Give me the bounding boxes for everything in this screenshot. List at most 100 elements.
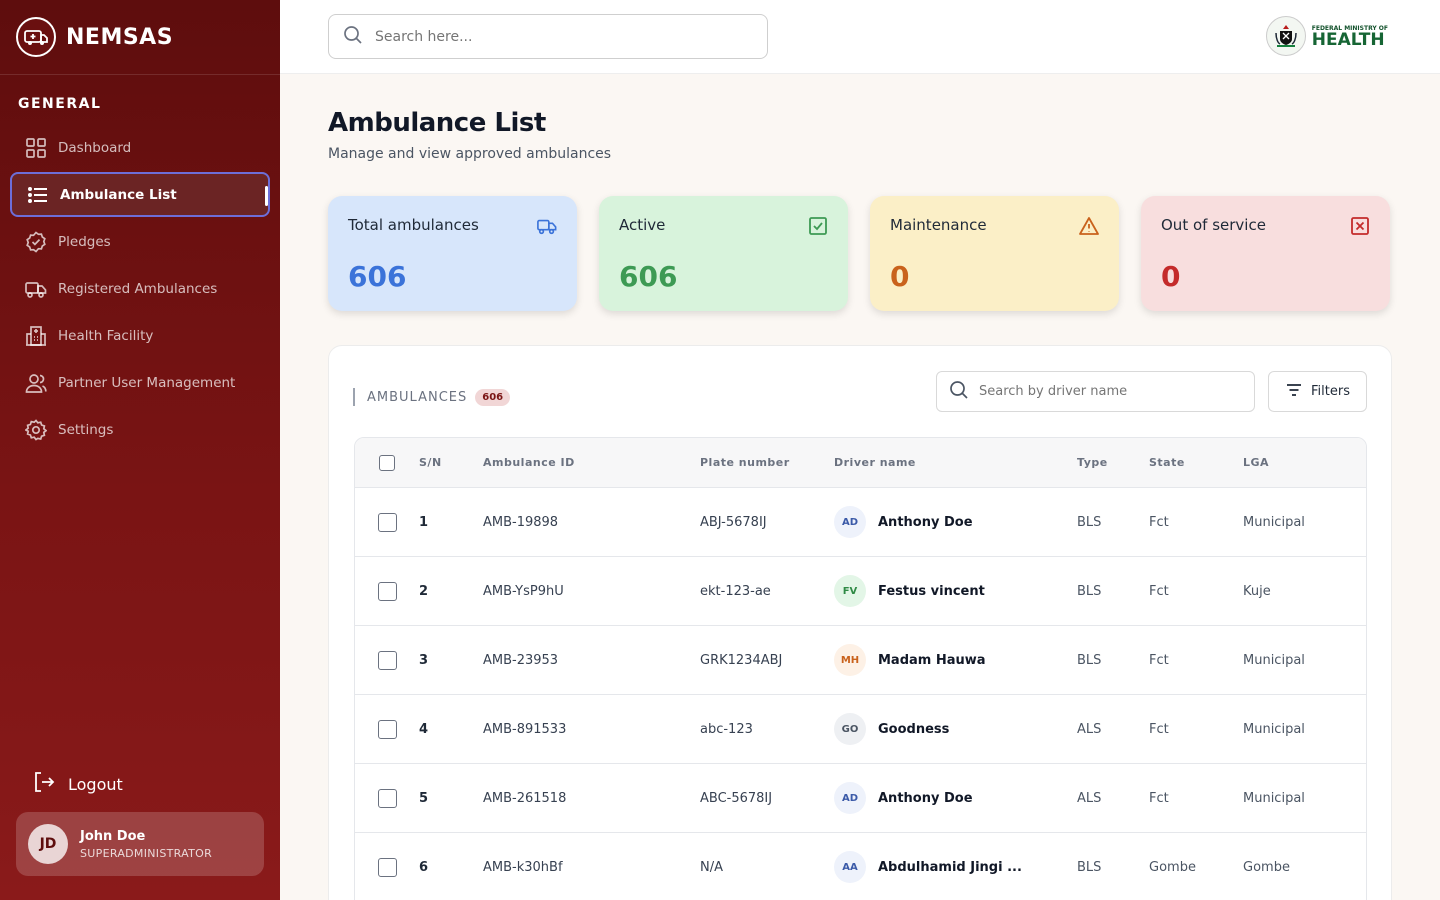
stat-label: Maintenance: [890, 216, 987, 234]
driver-avatar: FV: [834, 575, 866, 607]
sidebar-item-label: Settings: [58, 421, 114, 438]
column-header-type[interactable]: Type: [1077, 456, 1149, 469]
truck-icon: [537, 216, 557, 236]
page-title: Ambulance List: [328, 108, 546, 138]
table-row[interactable]: 5 AMB-261518 ABC-5678IJ AD Anthony Doe AL…: [355, 764, 1366, 833]
ministry-big-text: HEALTH: [1311, 29, 1385, 50]
building-icon: [24, 324, 48, 348]
column-header-state[interactable]: State: [1149, 456, 1243, 469]
user-name: John Doe: [80, 828, 146, 844]
sidebar-item-ambulance-list[interactable]: Ambulance List: [10, 172, 270, 217]
cell-type: ALS: [1077, 721, 1102, 737]
stat-value: 0: [1161, 260, 1181, 293]
logout-button[interactable]: Logout: [32, 770, 123, 798]
coat-of-arms-icon: [1265, 16, 1306, 56]
sidebar-item-health-facility[interactable]: Health Facility: [10, 313, 270, 358]
users-icon: [24, 371, 48, 395]
cell-ambulance-id: AMB-23953: [483, 652, 559, 668]
cell-type: BLS: [1077, 514, 1102, 530]
panel-heading: AMBULANCES 606: [353, 388, 511, 406]
cell-driver-name: Goodness: [878, 721, 950, 737]
cell-plate-number: N/A: [700, 859, 723, 875]
nemsas-logo: [16, 17, 56, 57]
column-header-plate-number[interactable]: Plate number: [700, 456, 834, 469]
sidebar-item-settings[interactable]: Settings: [10, 407, 270, 452]
search-icon: [949, 380, 969, 404]
stat-label: Total ambulances: [348, 216, 479, 234]
sidebar-item-partner-user-management[interactable]: Partner User Management: [10, 360, 270, 405]
row-checkbox[interactable]: [377, 512, 397, 532]
cell-lga: Municipal: [1243, 514, 1305, 530]
sidebar-item-pledges[interactable]: Pledges: [10, 219, 270, 264]
cell-sn: 5: [419, 790, 429, 806]
ministry-logo: FEDERAL MINISTRY OF HEALTH: [1265, 16, 1388, 56]
cell-state: Fct: [1149, 721, 1169, 737]
avatar: JD: [28, 824, 68, 864]
sidebar-item-label: Dashboard: [58, 139, 132, 156]
row-checkbox[interactable]: [377, 719, 397, 739]
cell-driver-name: Festus vincent: [878, 583, 985, 599]
count-badge: 606: [475, 388, 511, 406]
cell-lga: Municipal: [1243, 721, 1305, 737]
list-icon: [26, 183, 50, 207]
cell-sn: 4: [419, 721, 429, 737]
row-checkbox[interactable]: [377, 857, 397, 877]
cell-ambulance-id: AMB-261518: [483, 790, 567, 806]
logout-label: Logout: [68, 774, 123, 794]
stat-label: Active: [619, 216, 666, 234]
driver-search-input[interactable]: [979, 384, 1239, 399]
cell-sn: 3: [419, 652, 429, 668]
ambulance-table: S/N Ambulance ID Plate number Driver nam…: [354, 437, 1367, 900]
ambulances-panel: AMBULANCES 606 Filters S/N Ambulance ID …: [328, 345, 1392, 900]
sidebar-item-registered-ambulances[interactable]: Registered Ambulances: [10, 266, 270, 311]
cell-state: Fct: [1149, 790, 1169, 806]
select-all-checkbox[interactable]: [379, 454, 395, 471]
cell-type: ALS: [1077, 790, 1102, 806]
table-row[interactable]: 4 AMB-891533 abc-123 GO Goodness ALS Fct …: [355, 695, 1366, 764]
cell-sn: 1: [419, 514, 429, 530]
row-checkbox[interactable]: [377, 581, 397, 601]
warning-icon: [1079, 216, 1099, 236]
driver-avatar: AD: [834, 506, 866, 538]
cell-plate-number: ekt-123-ae: [700, 583, 771, 599]
stat-card-total: Total ambulances 606: [328, 196, 577, 311]
column-header-lga[interactable]: LGA: [1243, 456, 1363, 469]
cell-lga: Gombe: [1243, 859, 1290, 875]
column-header-driver-name[interactable]: Driver name: [834, 456, 1077, 469]
cell-lga: Municipal: [1243, 790, 1305, 806]
check-square-icon: [808, 216, 828, 236]
driver-avatar: AA: [834, 851, 866, 883]
column-header-ambulance-id[interactable]: Ambulance ID: [483, 456, 700, 469]
search-icon: [343, 25, 363, 49]
row-checkbox[interactable]: [377, 788, 397, 808]
table-row[interactable]: 1 AMB-19898 ABJ-5678IJ AD Anthony Doe BLS…: [355, 488, 1366, 557]
panel-label: AMBULANCES: [367, 389, 468, 405]
stat-card-out-of-service: Out of service 0: [1141, 196, 1390, 311]
cell-ambulance-id: AMB-19898: [483, 514, 559, 530]
cell-state: Gombe: [1149, 859, 1196, 875]
table-row[interactable]: 2 AMB-YsP9hU ekt-123-ae FV Festus vincent…: [355, 557, 1366, 626]
stat-label: Out of service: [1161, 216, 1266, 234]
sidebar-item-label: Pledges: [58, 233, 111, 250]
table-row[interactable]: 3 AMB-23953 GRK1234ABJ MH Madam Hauwa BLS…: [355, 626, 1366, 695]
cell-plate-number: GRK1234ABJ: [700, 652, 783, 668]
driver-avatar: GO: [834, 713, 866, 745]
section-label-general: GENERAL: [18, 96, 102, 112]
cell-type: BLS: [1077, 583, 1102, 599]
brand[interactable]: NEMSAS: [0, 0, 280, 75]
user-card[interactable]: JD John Doe SUPERADMINISTRATOR: [16, 812, 264, 876]
x-square-icon: [1350, 216, 1370, 236]
filters-button[interactable]: Filters: [1268, 371, 1367, 412]
cell-driver-name: Anthony Doe: [878, 514, 973, 530]
row-checkbox[interactable]: [377, 650, 397, 670]
search-input[interactable]: [375, 28, 735, 45]
global-search[interactable]: [328, 14, 768, 59]
column-header-sn[interactable]: S/N: [419, 456, 483, 469]
driver-search[interactable]: [936, 371, 1255, 412]
driver-avatar: MH: [834, 644, 866, 676]
table-row[interactable]: 6 AMB-k30hBf N/A AA Abdulhamid Jingi ... …: [355, 833, 1366, 900]
cell-driver-name: Abdulhamid Jingi ...: [878, 859, 1022, 875]
sidebar-item-dashboard[interactable]: Dashboard: [10, 125, 270, 170]
cell-sn: 2: [419, 583, 429, 599]
logout-icon: [32, 770, 56, 798]
